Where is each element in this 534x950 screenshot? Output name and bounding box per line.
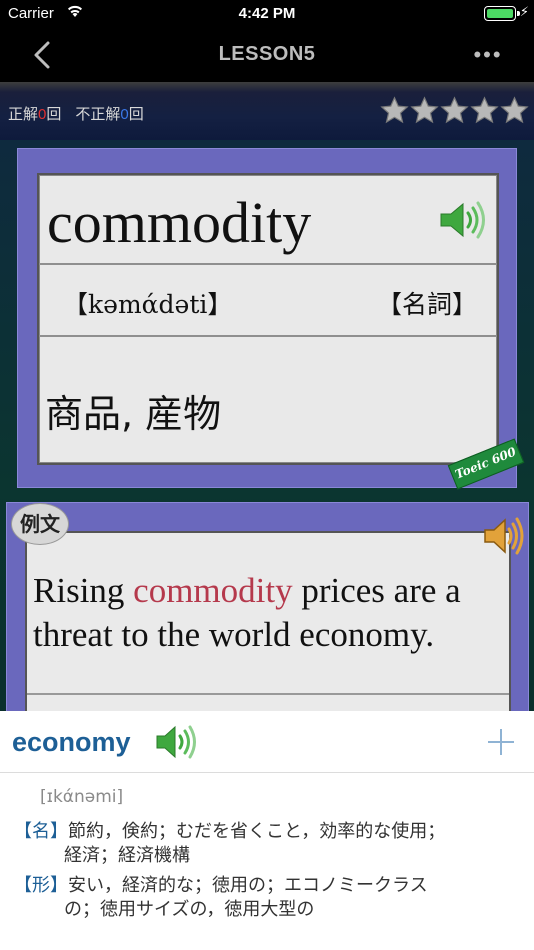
definition-text: 節約，倹約；むだを省くこと，効率的な使用；	[68, 821, 446, 841]
dictionary-pronunciation: [ɪkάnəmi]	[40, 787, 124, 807]
star-rating[interactable]	[380, 96, 529, 125]
example-divider	[27, 693, 509, 695]
dictionary-header: economy	[0, 711, 534, 773]
correct-label: 正解	[8, 106, 39, 123]
correct-suffix: 回	[46, 106, 62, 123]
example-badge: 例文	[11, 503, 69, 545]
speaker-icon[interactable]	[155, 725, 199, 759]
meaning: 商品, 産物	[45, 392, 222, 436]
example-card-inner: Rising commodity prices are a threat to …	[25, 531, 511, 731]
star-icon[interactable]	[500, 96, 529, 125]
word-card-inner: commodity 【kəmάdəti】 【名詞】 商品, 産物	[37, 173, 499, 465]
pronunciation-row: 【kəmάdəti】 【名詞】	[39, 265, 497, 337]
definition-noun: 【名】節約，倹約；むだを省くこと，効率的な使用； 経済；経済機構	[14, 819, 514, 867]
incorrect-label: 不正解	[75, 106, 121, 123]
part-of-speech: 【名詞】	[376, 291, 477, 319]
incorrect-count: 0	[120, 106, 129, 123]
star-icon[interactable]	[440, 96, 469, 125]
example-before: Rising	[33, 571, 134, 610]
score-summary: 正解0回 不正解0回	[8, 103, 144, 124]
nav-title: LESSON5	[218, 43, 316, 65]
definition-text: の；徳用サイズの，徳用大型の	[64, 899, 315, 919]
speaker-icon[interactable]	[482, 515, 526, 557]
status-time: 4:42 PM	[238, 5, 296, 22]
incorrect-suffix: 回	[128, 106, 144, 123]
dictionary-word: economy	[12, 727, 131, 757]
example-highlight: commodity	[133, 571, 293, 610]
definition-tag: 【形】	[14, 875, 68, 895]
example-card[interactable]: Rising commodity prices are a threat to …	[6, 502, 529, 732]
battery-level	[487, 9, 513, 18]
star-icon[interactable]	[410, 96, 439, 125]
nav-bar: LESSON5 •••	[0, 28, 534, 82]
star-icon[interactable]	[380, 96, 409, 125]
word-text: commodity	[47, 190, 312, 255]
word-card[interactable]: commodity 【kəmάdəti】 【名詞】 商品, 産物 Toeic 6…	[17, 148, 525, 490]
definition-adjective: 【形】安い，経済的な；徳用の；エコノミークラス の；徳用サイズの，徳用大型の	[14, 873, 514, 921]
more-icon[interactable]: •••	[468, 43, 508, 67]
score-bar: 正解0回 不正解0回	[0, 82, 534, 140]
charging-icon: ⚡	[519, 4, 529, 19]
definition-text: 経済；経済機構	[64, 845, 190, 865]
definition-text: 安い，経済的な；徳用の；エコノミークラス	[68, 875, 428, 895]
main-area: commodity 【kəmάdəti】 【名詞】 商品, 産物 Toeic 6…	[0, 140, 534, 732]
speaker-icon[interactable]	[439, 201, 487, 239]
definition-tag: 【名】	[14, 821, 68, 841]
star-icon[interactable]	[470, 96, 499, 125]
battery-icon	[484, 6, 516, 21]
status-bar: Carrier 4:42 PM ⚡	[0, 0, 534, 28]
word-row: commodity	[39, 175, 497, 265]
dictionary-panel: economy [ɪkάnəmi] 【名】節約，倹約；むだを省くこと，効率的な使…	[0, 711, 534, 950]
pronunciation: 【kəmάdəti】	[63, 290, 233, 319]
plus-icon[interactable]	[486, 727, 516, 757]
example-sentence: Rising commodity prices are a threat to …	[33, 569, 513, 657]
